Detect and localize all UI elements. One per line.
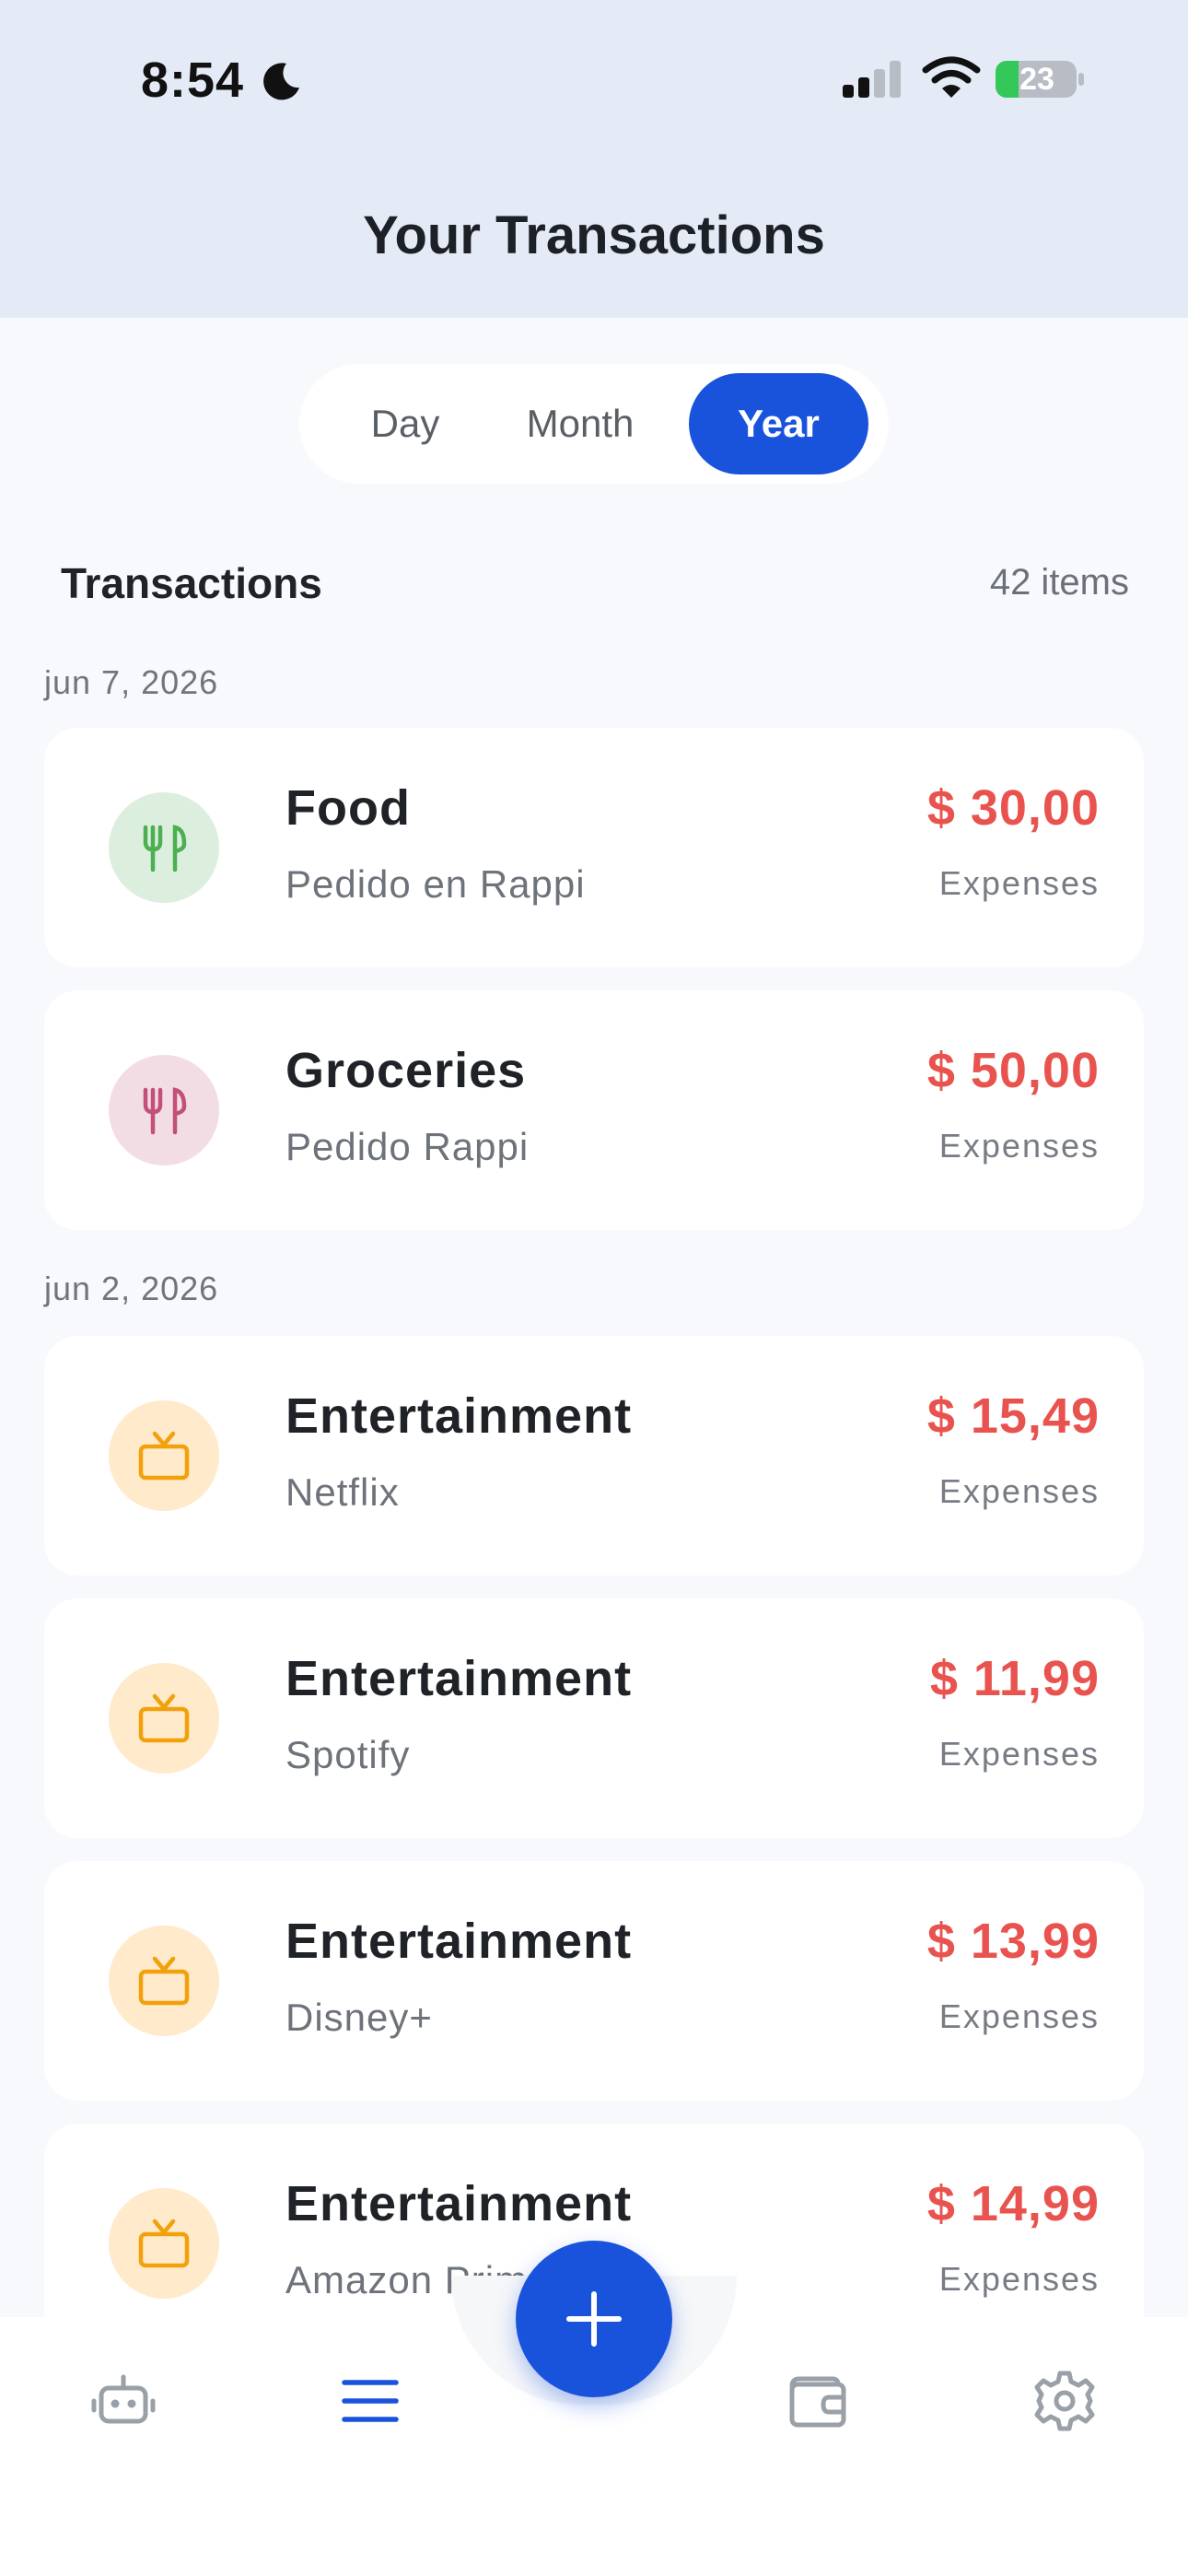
transaction-amount: $ 30,00 — [926, 780, 1100, 836]
transaction-category: Groceries — [285, 1043, 527, 1098]
section-title: Transactions — [61, 559, 322, 607]
page-title: Your Transactions — [363, 205, 825, 265]
transaction-category: Entertainment — [285, 2176, 633, 2231]
category-icon-badge — [109, 1400, 219, 1511]
fork-knife-icon — [143, 825, 187, 872]
transaction-category: Entertainment — [285, 1388, 633, 1444]
item-count: 42 items — [989, 562, 1129, 603]
category-icon-badge — [109, 2188, 219, 2299]
tv-icon — [138, 1431, 190, 1481]
tv-icon — [138, 1693, 190, 1743]
add-icon — [566, 2291, 622, 2347]
add-transaction-button[interactable] — [516, 2241, 672, 2397]
status-time: 8:54 — [141, 53, 245, 108]
transaction-description: Disney+ — [285, 1996, 433, 2039]
moon-icon — [263, 63, 299, 100]
date-header: jun 2, 2026 — [44, 1270, 219, 1307]
transaction-type: Expenses — [938, 2260, 1100, 2298]
tab-day[interactable]: Day — [336, 373, 474, 474]
date-header: jun 7, 2026 — [44, 663, 219, 701]
transaction-card[interactable]: Entertainment Disney+ $ 13,99 Expenses — [44, 1861, 1144, 2101]
category-icon-badge — [109, 1926, 219, 2036]
transaction-amount: $ 11,99 — [929, 1651, 1100, 1706]
fork-knife-icon — [143, 1087, 187, 1135]
transaction-card[interactable]: Groceries Pedido Rappi $ 50,00 Expenses — [44, 990, 1144, 1230]
transactions-screen: 8:54 23 Your Transactions Day Month Year — [0, 0, 1188, 2576]
battery-level: 23 — [1019, 62, 1054, 97]
transaction-type: Expenses — [938, 1735, 1100, 1773]
period-selector: Day Month Year — [299, 364, 889, 484]
transaction-amount: $ 14,99 — [926, 2176, 1100, 2231]
list-icon[interactable] — [337, 2368, 403, 2434]
wifi-icon — [922, 56, 981, 98]
wallet-icon[interactable] — [785, 2368, 851, 2434]
category-icon-badge — [109, 1055, 219, 1165]
transaction-amount: $ 15,49 — [926, 1388, 1100, 1444]
transaction-type: Expenses — [938, 1997, 1100, 2035]
transaction-card[interactable]: Entertainment Netflix $ 15,49 Expenses — [44, 1336, 1144, 1575]
transaction-category: Entertainment — [285, 1914, 633, 1969]
transaction-description: Pedido Rappi — [285, 1125, 530, 1168]
transaction-type: Expenses — [938, 864, 1100, 902]
transaction-description: Spotify — [285, 1733, 411, 1776]
robot-icon[interactable] — [90, 2368, 157, 2434]
tv-icon — [138, 1956, 190, 2006]
transaction-amount: $ 13,99 — [926, 1914, 1100, 1969]
tab-year[interactable]: Year — [689, 373, 868, 474]
transaction-type: Expenses — [938, 1127, 1100, 1165]
transaction-description: Pedido en Rappi — [285, 862, 586, 906]
category-icon-badge — [109, 1663, 219, 1774]
transaction-type: Expenses — [938, 1472, 1100, 1510]
transaction-category: Entertainment — [285, 1651, 633, 1706]
transaction-description: Netflix — [285, 1470, 400, 1514]
transaction-card[interactable]: Food Pedido en Rappi $ 30,00 Expenses — [44, 728, 1144, 967]
category-icon-badge — [109, 792, 219, 903]
transaction-card[interactable]: Entertainment Spotify $ 11,99 Expenses — [44, 1598, 1144, 1838]
header: 8:54 23 Your Transactions — [0, 0, 1188, 318]
tv-icon — [138, 2219, 190, 2268]
transaction-amount: $ 50,00 — [926, 1043, 1100, 1098]
settings-icon[interactable] — [1031, 2368, 1098, 2434]
tab-month[interactable]: Month — [497, 373, 663, 474]
signal-icon — [843, 61, 901, 98]
transaction-category: Food — [285, 780, 411, 836]
